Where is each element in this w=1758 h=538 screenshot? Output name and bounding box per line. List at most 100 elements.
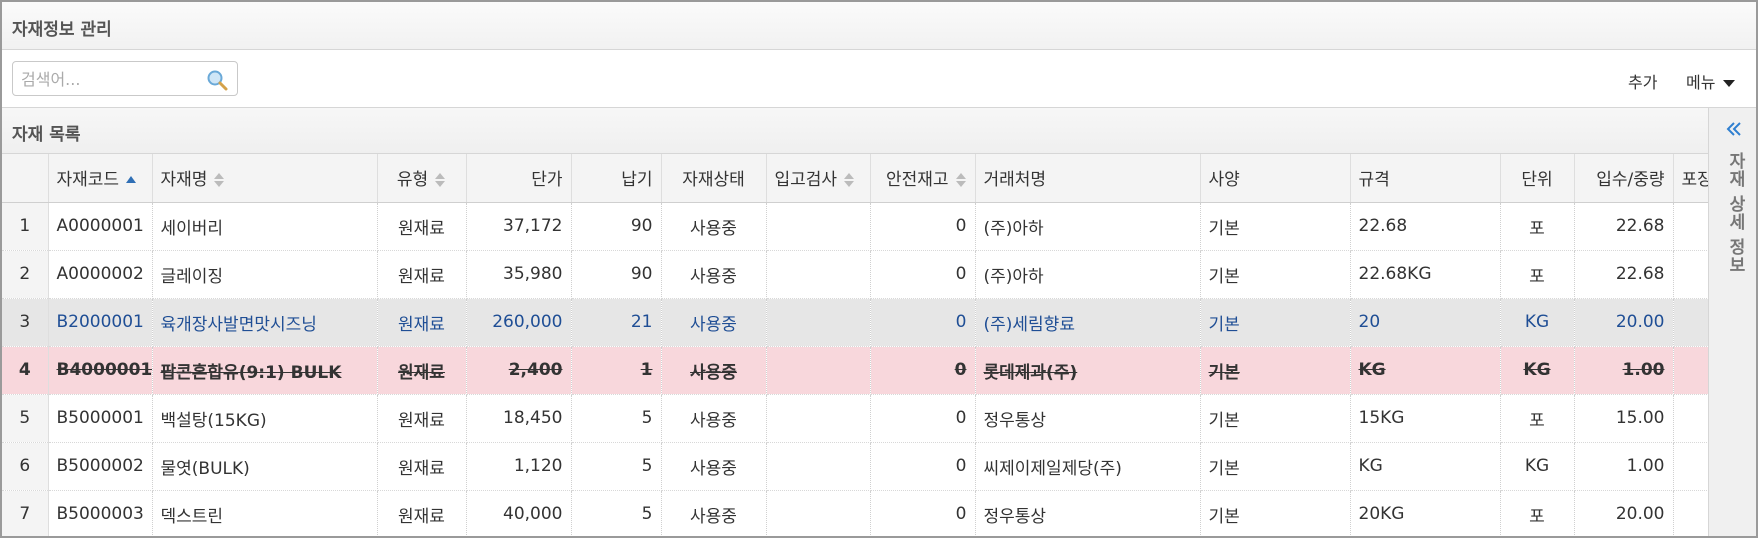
cell-unit[interactable]: 포 xyxy=(1500,394,1575,443)
cell-weight[interactable]: 20.00 xyxy=(1574,490,1674,536)
col-header-unit[interactable]: 단위 xyxy=(1500,154,1575,203)
cell-name[interactable]: 물엿(BULK) xyxy=(152,442,378,491)
cell-size[interactable]: 20KG xyxy=(1350,490,1501,536)
double-chevron-left-icon[interactable] xyxy=(1725,120,1743,138)
col-header-package[interactable]: 포장C xyxy=(1673,154,1708,203)
col-header-vendor[interactable]: 거래처명 xyxy=(975,154,1201,203)
cell-price[interactable]: 260,000 xyxy=(466,298,572,347)
cell-status[interactable]: 사용중 xyxy=(661,394,767,443)
sort-icon[interactable] xyxy=(843,172,855,188)
cell-size[interactable]: 22.68 xyxy=(1350,202,1501,251)
table-row-selected[interactable]: 3 B2000001 육개장사발면맛시즈닝 원재료 260,000 21 사용중… xyxy=(2,298,1708,347)
col-header-code[interactable]: 자재코드 xyxy=(48,154,153,203)
cell-lead[interactable]: 5 xyxy=(571,442,662,491)
cell-type[interactable]: 원재료 xyxy=(377,202,467,251)
cell-code[interactable]: B4000001 xyxy=(48,346,153,395)
cell-code[interactable]: B2000001 xyxy=(48,298,153,347)
cell-code[interactable]: B5000001 xyxy=(48,394,153,443)
cell-lead[interactable]: 21 xyxy=(571,298,662,347)
col-header-size[interactable]: 규격 xyxy=(1350,154,1501,203)
cell-size[interactable]: KG xyxy=(1350,442,1501,491)
table-row-disabled[interactable]: 4 B4000001 팝콘혼합유(9:1) BULK 원재료 2,400 1 사… xyxy=(2,346,1708,395)
table-row[interactable]: 5 B5000001 백설탕(15KG) 원재료 18,450 5 사용중 0 … xyxy=(2,394,1708,443)
cell-price[interactable]: 18,450 xyxy=(466,394,572,443)
cell-spec[interactable]: 기본 xyxy=(1200,442,1351,491)
cell-spec[interactable]: 기본 xyxy=(1200,298,1351,347)
cell-size[interactable]: 15KG xyxy=(1350,394,1501,443)
cell-type[interactable]: 원재료 xyxy=(377,394,467,443)
cell-price[interactable]: 1,120 xyxy=(466,442,572,491)
cell-code[interactable]: A0000002 xyxy=(48,250,153,299)
cell-package[interactable] xyxy=(1673,250,1708,299)
cell-spec[interactable]: 기본 xyxy=(1200,346,1351,395)
cell-size[interactable]: 20 xyxy=(1350,298,1501,347)
cell-price[interactable]: 37,172 xyxy=(466,202,572,251)
cell-inspect[interactable] xyxy=(766,202,871,251)
col-header-status[interactable]: 자재상태 xyxy=(661,154,767,203)
cell-safety[interactable]: 0 xyxy=(870,490,976,536)
cell-spec[interactable]: 기본 xyxy=(1200,490,1351,536)
cell-status[interactable]: 사용중 xyxy=(661,298,767,347)
cell-spec[interactable]: 기본 xyxy=(1200,394,1351,443)
cell-lead[interactable]: 90 xyxy=(571,202,662,251)
cell-name[interactable]: 글레이징 xyxy=(152,250,378,299)
cell-price[interactable]: 40,000 xyxy=(466,490,572,536)
sort-asc-icon[interactable] xyxy=(125,172,137,188)
cell-status[interactable]: 사용중 xyxy=(661,442,767,491)
cell-weight[interactable]: 22.68 xyxy=(1574,202,1674,251)
cell-type[interactable]: 원재료 xyxy=(377,346,467,395)
detail-side-panel[interactable]: 자재 상세 정보 xyxy=(1708,108,1756,536)
cell-inspect[interactable] xyxy=(766,394,871,443)
search-box[interactable] xyxy=(12,61,238,96)
cell-name[interactable]: 백설탕(15KG) xyxy=(152,394,378,443)
cell-spec[interactable]: 기본 xyxy=(1200,250,1351,299)
cell-unit[interactable]: 포 xyxy=(1500,490,1575,536)
cell-lead[interactable]: 1 xyxy=(571,346,662,395)
cell-package[interactable] xyxy=(1673,346,1708,395)
cell-unit[interactable]: KG xyxy=(1500,346,1575,395)
sort-icon[interactable] xyxy=(434,172,446,188)
cell-unit[interactable]: KG xyxy=(1500,442,1575,491)
cell-safety[interactable]: 0 xyxy=(870,442,976,491)
cell-weight[interactable]: 20.00 xyxy=(1574,298,1674,347)
cell-code[interactable]: B5000003 xyxy=(48,490,153,536)
cell-vendor[interactable]: 정우통상 xyxy=(975,394,1201,443)
side-panel-label[interactable]: 자재 상세 정보 xyxy=(1723,152,1748,274)
cell-vendor[interactable]: 씨제이제일제당(주) xyxy=(975,442,1201,491)
cell-safety[interactable]: 0 xyxy=(870,346,976,395)
cell-vendor[interactable]: (주)아하 xyxy=(975,250,1201,299)
cell-inspect[interactable] xyxy=(766,442,871,491)
table-row[interactable]: 7 B5000003 덱스트린 원재료 40,000 5 사용중 0 정우통상 … xyxy=(2,490,1708,536)
cell-status[interactable]: 사용중 xyxy=(661,490,767,536)
cell-status[interactable]: 사용중 xyxy=(661,202,767,251)
cell-vendor[interactable]: 정우통상 xyxy=(975,490,1201,536)
sort-icon[interactable] xyxy=(955,172,967,188)
menu-button[interactable]: 메뉴 xyxy=(1686,69,1736,93)
cell-package[interactable] xyxy=(1673,202,1708,251)
cell-unit[interactable]: 포 xyxy=(1500,250,1575,299)
col-header-safety[interactable]: 안전재고 xyxy=(870,154,976,203)
col-header-price[interactable]: 단가 xyxy=(466,154,572,203)
cell-code[interactable]: B5000002 xyxy=(48,442,153,491)
col-header-spec[interactable]: 사양 xyxy=(1200,154,1351,203)
search-icon[interactable] xyxy=(205,68,229,92)
col-header-lead[interactable]: 납기 xyxy=(571,154,662,203)
cell-inspect[interactable] xyxy=(766,346,871,395)
cell-weight[interactable]: 1.00 xyxy=(1574,346,1674,395)
cell-vendor[interactable]: 롯데제과(주) xyxy=(975,346,1201,395)
cell-status[interactable]: 사용중 xyxy=(661,346,767,395)
cell-package[interactable] xyxy=(1673,490,1708,536)
cell-spec[interactable]: 기본 xyxy=(1200,202,1351,251)
col-header-name[interactable]: 자재명 xyxy=(152,154,378,203)
cell-name[interactable]: 육개장사발면맛시즈닝 xyxy=(152,298,378,347)
cell-safety[interactable]: 0 xyxy=(870,250,976,299)
search-input[interactable] xyxy=(21,68,201,90)
cell-code[interactable]: A0000001 xyxy=(48,202,153,251)
cell-lead[interactable]: 5 xyxy=(571,490,662,536)
cell-weight[interactable]: 15.00 xyxy=(1574,394,1674,443)
table-row[interactable]: 1 A0000001 세이버리 원재료 37,172 90 사용중 0 (주)아… xyxy=(2,202,1708,251)
cell-safety[interactable]: 0 xyxy=(870,298,976,347)
table-row[interactable]: 6 B5000002 물엿(BULK) 원재료 1,120 5 사용중 0 씨제… xyxy=(2,442,1708,491)
cell-type[interactable]: 원재료 xyxy=(377,490,467,536)
table-row[interactable]: 2 A0000002 글레이징 원재료 35,980 90 사용중 0 (주)아… xyxy=(2,250,1708,299)
